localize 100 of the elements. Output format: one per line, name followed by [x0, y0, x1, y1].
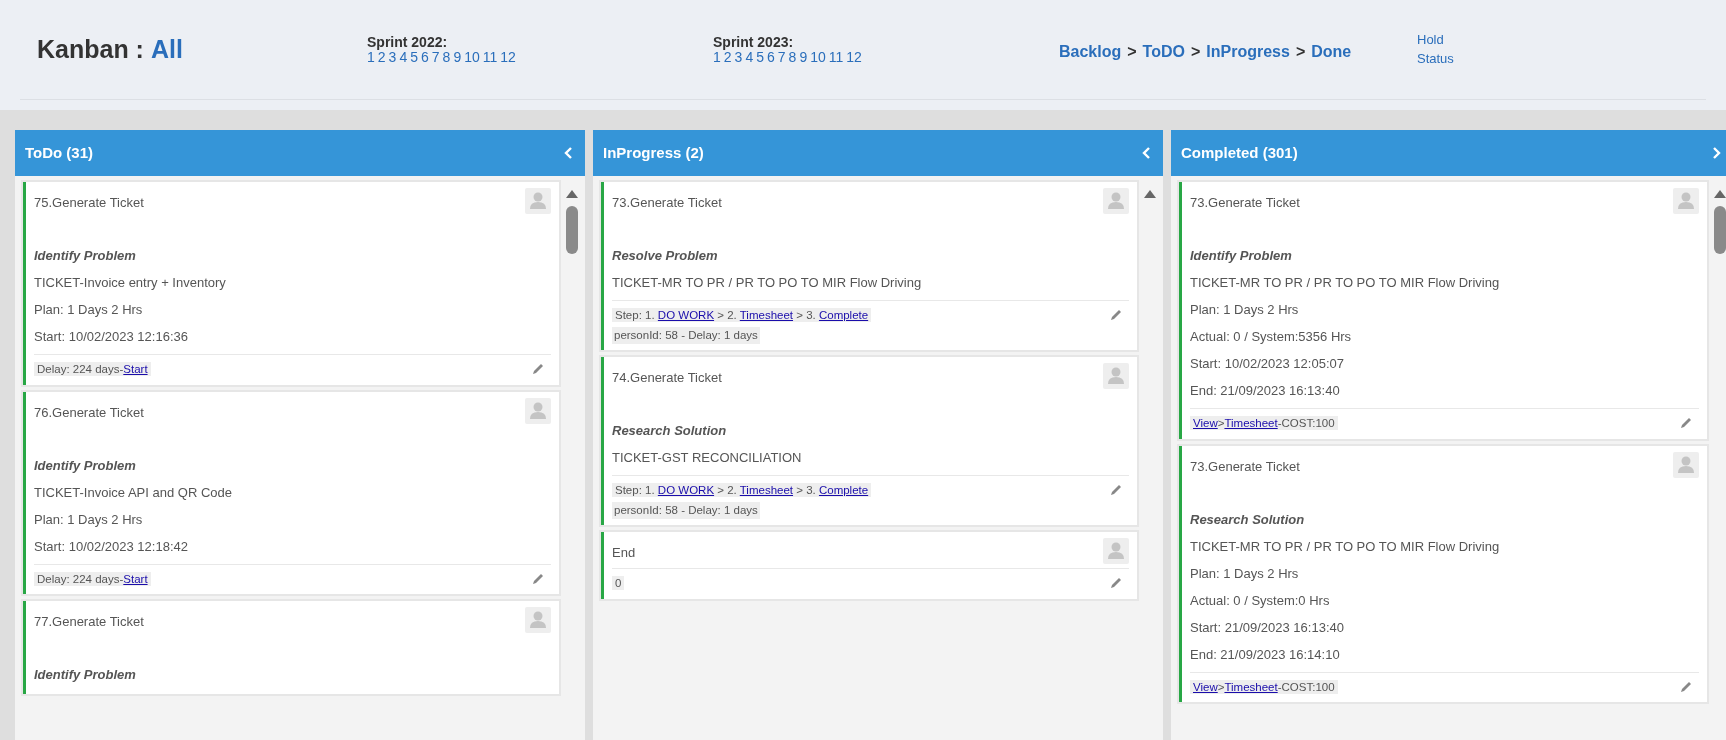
stage-label: Identify Problem: [1190, 247, 1292, 265]
workflow-link[interactable]: Backlog: [1059, 39, 1122, 64]
detail-text: TICKET-MR TO PR / PR TO PO TO MIR Flow Driving: [1190, 537, 1500, 556]
footer-link[interactable]: Timesheet: [739, 484, 794, 496]
detail-text: Start: 21/09/2023 16:13:40: [1190, 618, 1344, 637]
task-title: 76.Generate Ticket: [34, 403, 144, 422]
sprint-link[interactable]: 3: [388, 48, 397, 65]
sprint-link[interactable]: 11: [828, 48, 844, 65]
separator-text: >: [1295, 41, 1306, 62]
pencil-icon[interactable]: [1109, 576, 1123, 590]
sprint-link[interactable]: 12: [846, 48, 862, 65]
chevron-icon[interactable]: [562, 146, 575, 160]
footer-text: Step: 1. DO WORK > 2. Timesheet > 3. Complete: [612, 308, 872, 322]
sprint-link[interactable]: 7: [431, 48, 440, 65]
footer-link[interactable]: Complete: [818, 484, 869, 496]
footer-link[interactable]: Timesheet: [739, 309, 794, 321]
status-link[interactable]: Hold: [1417, 32, 1444, 48]
detail-text: Start: 10/02/2023 12:05:07: [1190, 355, 1344, 373]
sprint-link[interactable]: 6: [421, 48, 429, 65]
footer-link[interactable]: View: [1193, 417, 1218, 429]
sprint-link[interactable]: 4: [745, 48, 754, 65]
detail-text: Actual: 0 / System:5356 Hrs: [1190, 328, 1352, 346]
detail-text: Plan: 1 Days 2 Hrs: [34, 301, 143, 319]
chevron-icon[interactable]: [1140, 146, 1153, 160]
stage-label: Research Solution: [1190, 510, 1305, 529]
task-title: End: [612, 544, 636, 562]
detail-text: TICKET-Invoice entry + Inventory: [34, 274, 226, 292]
scroll-up-icon[interactable]: [1714, 190, 1726, 198]
avatar-icon: [525, 188, 551, 214]
sprint-link[interactable]: 8: [788, 48, 797, 65]
sprint-link[interactable]: 9: [799, 48, 808, 65]
avatar-icon: [1103, 188, 1129, 214]
footer-text: View>Timesheet-COST:100: [1190, 679, 1338, 694]
separator-text: >: [1190, 41, 1201, 62]
scroll-up-icon[interactable]: [1144, 190, 1156, 198]
sprint-link[interactable]: 7: [777, 48, 786, 65]
detail-text: Plan: 1 Days 2 Hrs: [1190, 564, 1299, 583]
detail-text: End: 21/09/2023 16:14:10: [1190, 645, 1340, 664]
stage-label: Research Solution: [612, 422, 727, 440]
sprint-link[interactable]: 5: [756, 48, 764, 65]
sprint-label: Sprint 2023:: [713, 33, 794, 50]
note-text: personId: 58 - Delay: 1 days: [612, 326, 760, 344]
detail-text: TICKET-GST RECONCILIATION: [612, 449, 802, 467]
footer-text: Step: 1. DO WORK > 2. Timesheet > 3. Complete: [612, 483, 872, 497]
status-link[interactable]: Status: [1417, 50, 1454, 66]
pencil-icon[interactable]: [531, 362, 545, 376]
sprint-link[interactable]: 1: [367, 48, 375, 65]
page-title: Kanban :: [37, 33, 145, 65]
detail-text: Plan: 1 Days 2 Hrs: [34, 510, 143, 529]
avatar-icon: [1103, 363, 1129, 389]
footer-link[interactable]: DO WORK: [657, 309, 715, 321]
detail-text: TICKET-MR TO PR / PR TO PO TO MIR Flow Driving: [1190, 274, 1500, 292]
pencil-icon[interactable]: [1679, 416, 1693, 430]
footer-link[interactable]: Complete: [818, 309, 869, 321]
workflow-link[interactable]: Done: [1311, 39, 1352, 64]
sprint-link[interactable]: 8: [442, 48, 451, 65]
detail-text: Start: 10/02/2023 12:16:36: [34, 328, 188, 346]
task-title: 73.Generate Ticket: [612, 194, 722, 212]
pencil-icon[interactable]: [1679, 679, 1693, 694]
task-title: 73.Generate Ticket: [1190, 194, 1300, 212]
scroll-up-icon[interactable]: [566, 190, 578, 198]
filter-link[interactable]: All: [150, 30, 183, 69]
pencil-icon[interactable]: [1109, 483, 1123, 497]
sprint-link[interactable]: 5: [410, 48, 418, 65]
workflow-link[interactable]: ToDO: [1142, 39, 1185, 64]
footer-link[interactable]: Timesheet: [1224, 680, 1278, 693]
detail-text: Start: 10/02/2023 12:18:42: [34, 537, 188, 556]
task-title: 74.Generate Ticket: [612, 369, 722, 387]
avatar-icon: [525, 607, 551, 633]
column-title: InProgress (2): [603, 142, 704, 163]
sprint-link[interactable]: 3: [734, 48, 743, 65]
sprint-link[interactable]: 4: [399, 48, 408, 65]
sprint-link[interactable]: 1: [713, 48, 721, 65]
footer-link[interactable]: Timesheet: [1224, 417, 1278, 429]
avatar-icon: [1103, 538, 1129, 564]
footer-link[interactable]: View: [1193, 680, 1218, 693]
sprint-link[interactable]: 10: [464, 48, 480, 65]
footer-text: 0: [612, 576, 625, 590]
scrollbar-thumb[interactable]: [1714, 206, 1726, 254]
footer-link[interactable]: DO WORK: [657, 484, 715, 496]
stage-label: Identify Problem: [34, 247, 136, 265]
column-title: Completed (301): [1181, 142, 1298, 163]
pencil-icon[interactable]: [531, 571, 545, 586]
footer-link[interactable]: Start: [123, 363, 148, 375]
sprint-link[interactable]: 10: [810, 48, 826, 65]
pencil-icon[interactable]: [1109, 308, 1123, 322]
sprint-label: Sprint 2022:: [367, 33, 448, 50]
sprint-link[interactable]: 6: [767, 48, 775, 65]
footer-text: Delay: 224 days-Start: [34, 362, 151, 376]
sprint-link[interactable]: 9: [453, 48, 462, 65]
sprint-link[interactable]: 11: [482, 48, 498, 65]
footer-link[interactable]: Start: [123, 572, 148, 585]
avatar-icon: [1673, 451, 1699, 478]
sprint-link[interactable]: 12: [500, 48, 516, 65]
avatar-icon: [525, 397, 551, 424]
chevron-icon[interactable]: [1710, 146, 1723, 160]
task-title: 77.Generate Ticket: [34, 613, 144, 631]
scrollbar-thumb[interactable]: [566, 206, 578, 254]
workflow-link[interactable]: InProgress: [1206, 39, 1290, 64]
separator-text: >: [1127, 41, 1137, 62]
